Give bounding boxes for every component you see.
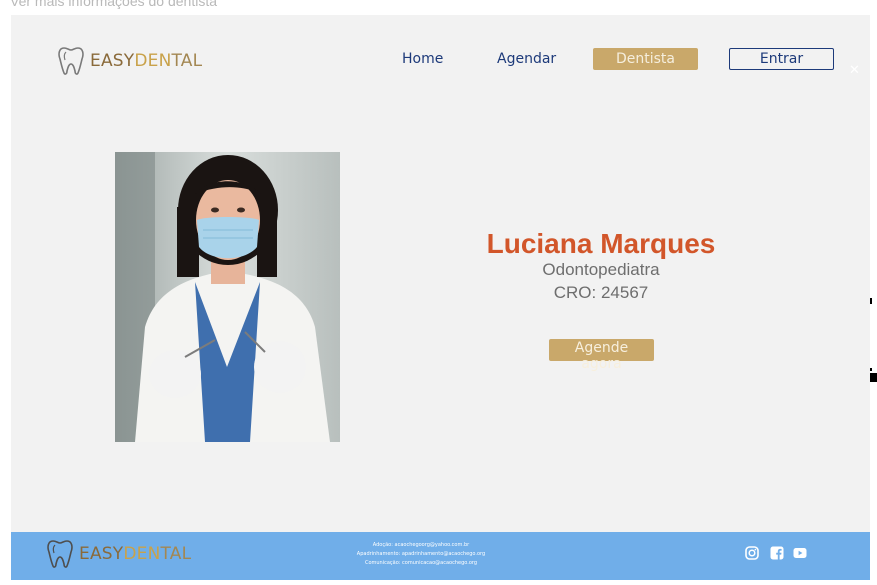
dentist-specialty: Odontopediatra <box>542 260 660 279</box>
edge-artifact <box>870 298 872 304</box>
edge-artifact <box>870 373 877 382</box>
facebook-icon[interactable] <box>770 546 784 560</box>
footer: EASYDENTAL Adoção: acaochegoorg@yahoo.co… <box>11 532 870 580</box>
close-icon[interactable]: ✕ <box>849 62 860 78</box>
youtube-icon[interactable] <box>793 546 807 560</box>
footer-brand-name: EASYDENTAL <box>79 544 192 564</box>
dentist-photo <box>115 152 340 442</box>
brand-name: EASYDENTAL <box>90 51 203 71</box>
nav-dentista-button[interactable]: Dentista <box>593 48 698 70</box>
dentist-photo-illustration <box>115 152 340 442</box>
dentist-name: Luciana Marques <box>486 228 716 259</box>
instagram-icon[interactable] <box>745 546 759 560</box>
footer-contact-adocao: Adoção: acaochegoorg@yahoo.com.br <box>372 542 470 548</box>
nav-home-link[interactable]: Home <box>402 51 443 67</box>
agende-agora-button[interactable]: Agende agora <box>549 339 654 372</box>
tooth-icon <box>58 47 84 75</box>
header-logo[interactable]: EASYDENTAL <box>57 46 202 76</box>
footer-logo[interactable]: EASYDENTAL <box>46 539 191 569</box>
footer-contact-apadrinhamento: Apadrinhamento: apadrinhamento@acaochego… <box>356 551 486 557</box>
site-frame: EASYDENTAL Home Agendar Dentista Entrar … <box>11 15 870 580</box>
entrar-button[interactable]: Entrar <box>729 48 834 70</box>
tooth-icon <box>47 540 73 568</box>
nav-agendar-link[interactable]: Agendar <box>497 51 556 67</box>
edge-artifact <box>870 368 872 371</box>
dentist-cro: CRO: 24567 <box>553 283 649 302</box>
page-caption: Ver mais informações do dentista <box>10 0 217 9</box>
footer-contacts: Adoção: acaochegoorg@yahoo.com.br Apadri… <box>321 541 521 568</box>
footer-contact-comunicacao: Comunicação: comunicacao@acaochego.org <box>364 560 478 566</box>
